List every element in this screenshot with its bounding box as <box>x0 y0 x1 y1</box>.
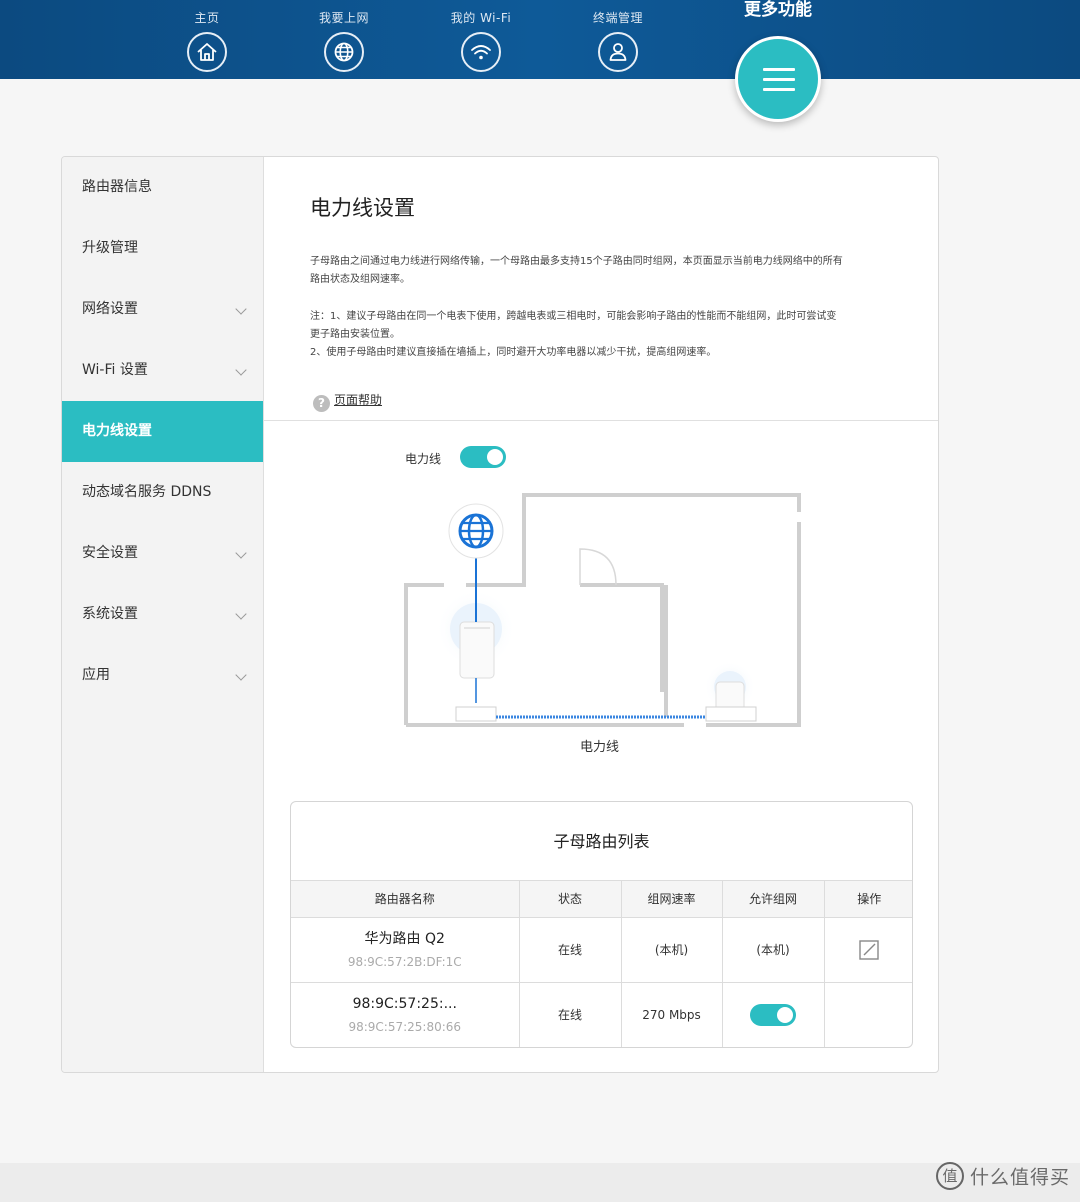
allow-network-toggle[interactable] <box>750 1003 796 1026</box>
sidebar-item-system[interactable]: 系统设置 <box>62 584 263 645</box>
column-header: 允许组网 <box>722 881 825 918</box>
user-icon <box>598 32 638 72</box>
router-name-cell: 98:9C:57:25:... 98:9C:57:25:80:66 <box>291 982 520 1047</box>
column-header: 路由器名称 <box>291 881 520 918</box>
plc-toggle[interactable] <box>460 446 506 468</box>
sidebar-item-label: 应用 <box>82 667 110 683</box>
watermark: 值什么值得买 <box>935 1162 1070 1190</box>
sidebar-item-label: 安全设置 <box>82 545 138 561</box>
main-content: 电力线设置 子母路由之间通过电力线进行网络传输，一个母路由最多支持15个子路由同… <box>264 157 938 1072</box>
sidebar-item-upgrade[interactable]: 升级管理 <box>62 218 263 279</box>
chevron-down-icon <box>235 547 247 559</box>
settings-panel: 路由器信息 升级管理 网络设置 Wi-Fi 设置 电力线设置 动态域名服务 DD… <box>61 156 939 1073</box>
router-name: 98:9C:57:25:... <box>352 995 457 1012</box>
table-row: 华为路由 Q2 98:9C:57:2B:DF:1C 在线 (本机) (本机) <box>291 917 912 983</box>
sidebar-item-label: 升级管理 <box>82 240 138 256</box>
allow-cell <box>722 982 825 1047</box>
router-name: 华为路由 Q2 <box>364 930 445 947</box>
globe-icon <box>324 32 364 72</box>
plc-topology-diagram <box>404 493 801 727</box>
sidebar: 路由器信息 升级管理 网络设置 Wi-Fi 设置 电力线设置 动态域名服务 DD… <box>62 157 264 1072</box>
sidebar-item-apps[interactable]: 应用 <box>62 645 263 706</box>
sidebar-item-label: 路由器信息 <box>82 179 152 195</box>
sidebar-item-wifi[interactable]: Wi-Fi 设置 <box>62 340 263 401</box>
sidebar-item-plc[interactable]: 电力线设置 <box>62 401 263 462</box>
chevron-down-icon <box>235 608 247 620</box>
router-mac: 98:9C:57:25:80:66 <box>348 1019 462 1034</box>
nav-wifi-label: 我的 Wi-Fi <box>450 11 512 25</box>
nav-wifi[interactable]: 我的 Wi-Fi <box>426 0 536 72</box>
sidebar-item-label: Wi-Fi 设置 <box>82 362 148 378</box>
nav-internet[interactable]: 我要上网 <box>289 0 399 72</box>
top-navigation: 主页 我要上网 我的 Wi-Fi 终端管理 更多功能 <box>0 0 1080 79</box>
router-name-cell: 华为路由 Q2 98:9C:57:2B:DF:1C <box>291 917 520 983</box>
menu-icon[interactable] <box>735 36 821 122</box>
router-list-title: 子母路由列表 <box>291 802 912 881</box>
status-cell: 在线 <box>519 917 622 983</box>
sidebar-item-label: 动态域名服务 DDNS <box>82 484 212 500</box>
chevron-down-icon <box>235 303 247 315</box>
column-header: 组网速率 <box>621 881 723 918</box>
divider <box>264 420 938 421</box>
nav-devices-label: 终端管理 <box>592 11 643 25</box>
nav-home[interactable]: 主页 <box>152 0 262 72</box>
nav-home-label: 主页 <box>194 11 220 25</box>
note-line: 2、使用子母路由时建议直接插在墙插上，同时避开大功率电器以减少干扰，提高组网速率… <box>310 347 717 358</box>
column-header: 操作 <box>824 881 912 918</box>
plc-toggle-label: 电力线 <box>405 452 442 466</box>
table-row: 98:9C:57:25:... 98:9C:57:25:80:66 在线 270… <box>291 982 912 1047</box>
sidebar-item-ddns[interactable]: 动态域名服务 DDNS <box>62 462 263 523</box>
nav-devices[interactable]: 终端管理 <box>563 0 673 72</box>
allow-cell: (本机) <box>722 917 825 983</box>
question-icon: ? <box>313 395 330 412</box>
rate-cell: 270 Mbps <box>621 982 723 1047</box>
sidebar-item-security[interactable]: 安全设置 <box>62 523 263 584</box>
sidebar-item-label: 系统设置 <box>82 606 138 622</box>
page-title: 电力线设置 <box>310 196 415 220</box>
footer-bar <box>0 1163 1080 1202</box>
action-cell <box>824 982 912 1047</box>
column-header: 状态 <box>519 881 622 918</box>
wifi-icon <box>461 32 501 72</box>
description-line: 路由状态及组网速率。 <box>310 274 410 285</box>
page-help-link[interactable]: ? 页面帮助 <box>313 391 382 412</box>
note-line: 更子路由安装位置。 <box>310 329 400 340</box>
diagram-caption: 电力线 <box>580 740 620 755</box>
action-cell <box>824 917 912 983</box>
help-label: 页面帮助 <box>334 393 383 407</box>
edit-icon[interactable] <box>859 939 879 960</box>
description-line: 子母路由之间通过电力线进行网络传输，一个母路由最多支持15个子路由同时组网，本页… <box>310 256 843 267</box>
sidebar-item-label: 电力线设置 <box>82 423 152 439</box>
watermark-badge: 值 <box>935 1162 964 1190</box>
table-header-row: 路由器名称 状态 组网速率 允许组网 操作 <box>291 881 912 918</box>
chevron-down-icon <box>235 364 247 376</box>
sidebar-item-network[interactable]: 网络设置 <box>62 279 263 340</box>
nav-more-label: 更多功能 <box>744 0 812 20</box>
chevron-down-icon <box>235 669 247 681</box>
nav-more[interactable]: 更多功能 <box>718 0 838 20</box>
router-list: 子母路由列表 路由器名称 状态 组网速率 允许组网 操作 华为路由 Q2 98:… <box>290 801 913 1048</box>
router-mac: 98:9C:57:2B:DF:1C <box>347 954 462 969</box>
home-icon <box>187 32 227 72</box>
router-table: 路由器名称 状态 组网速率 允许组网 操作 华为路由 Q2 98:9C:57:2… <box>291 881 912 1047</box>
rate-cell: (本机) <box>621 917 723 983</box>
watermark-text: 什么值得买 <box>969 1166 1070 1189</box>
sidebar-item-router-info[interactable]: 路由器信息 <box>62 157 263 218</box>
note-line: 注：1、建议子母路由在同一个电表下使用，跨越电表或三相电时，可能会影响子路由的性… <box>310 311 837 322</box>
nav-internet-label: 我要上网 <box>318 11 369 25</box>
status-cell: 在线 <box>519 982 622 1047</box>
sidebar-item-label: 网络设置 <box>82 301 138 317</box>
